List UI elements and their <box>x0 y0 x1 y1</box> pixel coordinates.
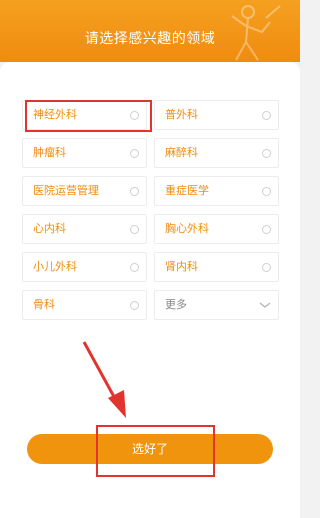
field-option-orthopedics[interactable]: 骨科 <box>22 290 147 320</box>
field-option-label: 骨科 <box>33 298 55 311</box>
radio-icon[interactable] <box>262 149 271 158</box>
pointer-arrow-icon <box>82 341 126 418</box>
chevron-down-icon <box>259 302 271 308</box>
field-option-cardiology[interactable]: 心内科 <box>22 214 147 244</box>
field-option-label: 医院运营管理 <box>33 184 99 197</box>
radio-icon[interactable] <box>130 187 139 196</box>
field-option-label: 重症医学 <box>165 184 209 197</box>
field-option-oncology[interactable]: 肿瘤科 <box>22 138 147 168</box>
field-option-neurosurgery[interactable]: 神经外科 <box>22 100 147 130</box>
field-option-label: 肿瘤科 <box>33 146 66 159</box>
radio-icon[interactable] <box>262 111 271 120</box>
field-option-hospital-management[interactable]: 医院运营管理 <box>22 176 147 206</box>
field-option-label: 小儿外科 <box>33 260 77 273</box>
field-option-label: 心内科 <box>33 222 66 235</box>
more-dropdown[interactable]: 更多 <box>154 290 279 320</box>
field-option-label: 神经外科 <box>33 108 77 121</box>
field-option-anesthesiology[interactable]: 麻醉科 <box>154 138 279 168</box>
field-option-nephrology[interactable]: 肾内科 <box>154 252 279 282</box>
field-option-label: 胸心外科 <box>165 222 209 235</box>
radio-icon[interactable] <box>130 301 139 310</box>
confirm-selection-button[interactable]: 选好了 <box>27 434 273 464</box>
field-option-label: 肾内科 <box>165 260 198 273</box>
radio-icon[interactable] <box>262 263 271 272</box>
radio-icon[interactable] <box>130 149 139 158</box>
radio-icon[interactable] <box>130 111 139 120</box>
radio-icon[interactable] <box>130 225 139 234</box>
field-option-pediatric-surgery[interactable]: 小儿外科 <box>22 252 147 282</box>
page-title: 请选择感兴趣的领域 <box>84 31 216 47</box>
field-option-label: 麻醉科 <box>165 146 198 159</box>
field-option-thoracic-surgery[interactable]: 胸心外科 <box>154 214 279 244</box>
more-label: 更多 <box>165 298 187 311</box>
header-banner: 请选择感兴趣的领域 <box>0 0 300 62</box>
field-option-general-surgery[interactable]: 普外科 <box>154 100 279 130</box>
field-option-critical-care[interactable]: 重症医学 <box>154 176 279 206</box>
radio-icon[interactable] <box>262 225 271 234</box>
radio-icon[interactable] <box>130 263 139 272</box>
radio-icon[interactable] <box>262 187 271 196</box>
field-option-label: 普外科 <box>165 108 198 121</box>
